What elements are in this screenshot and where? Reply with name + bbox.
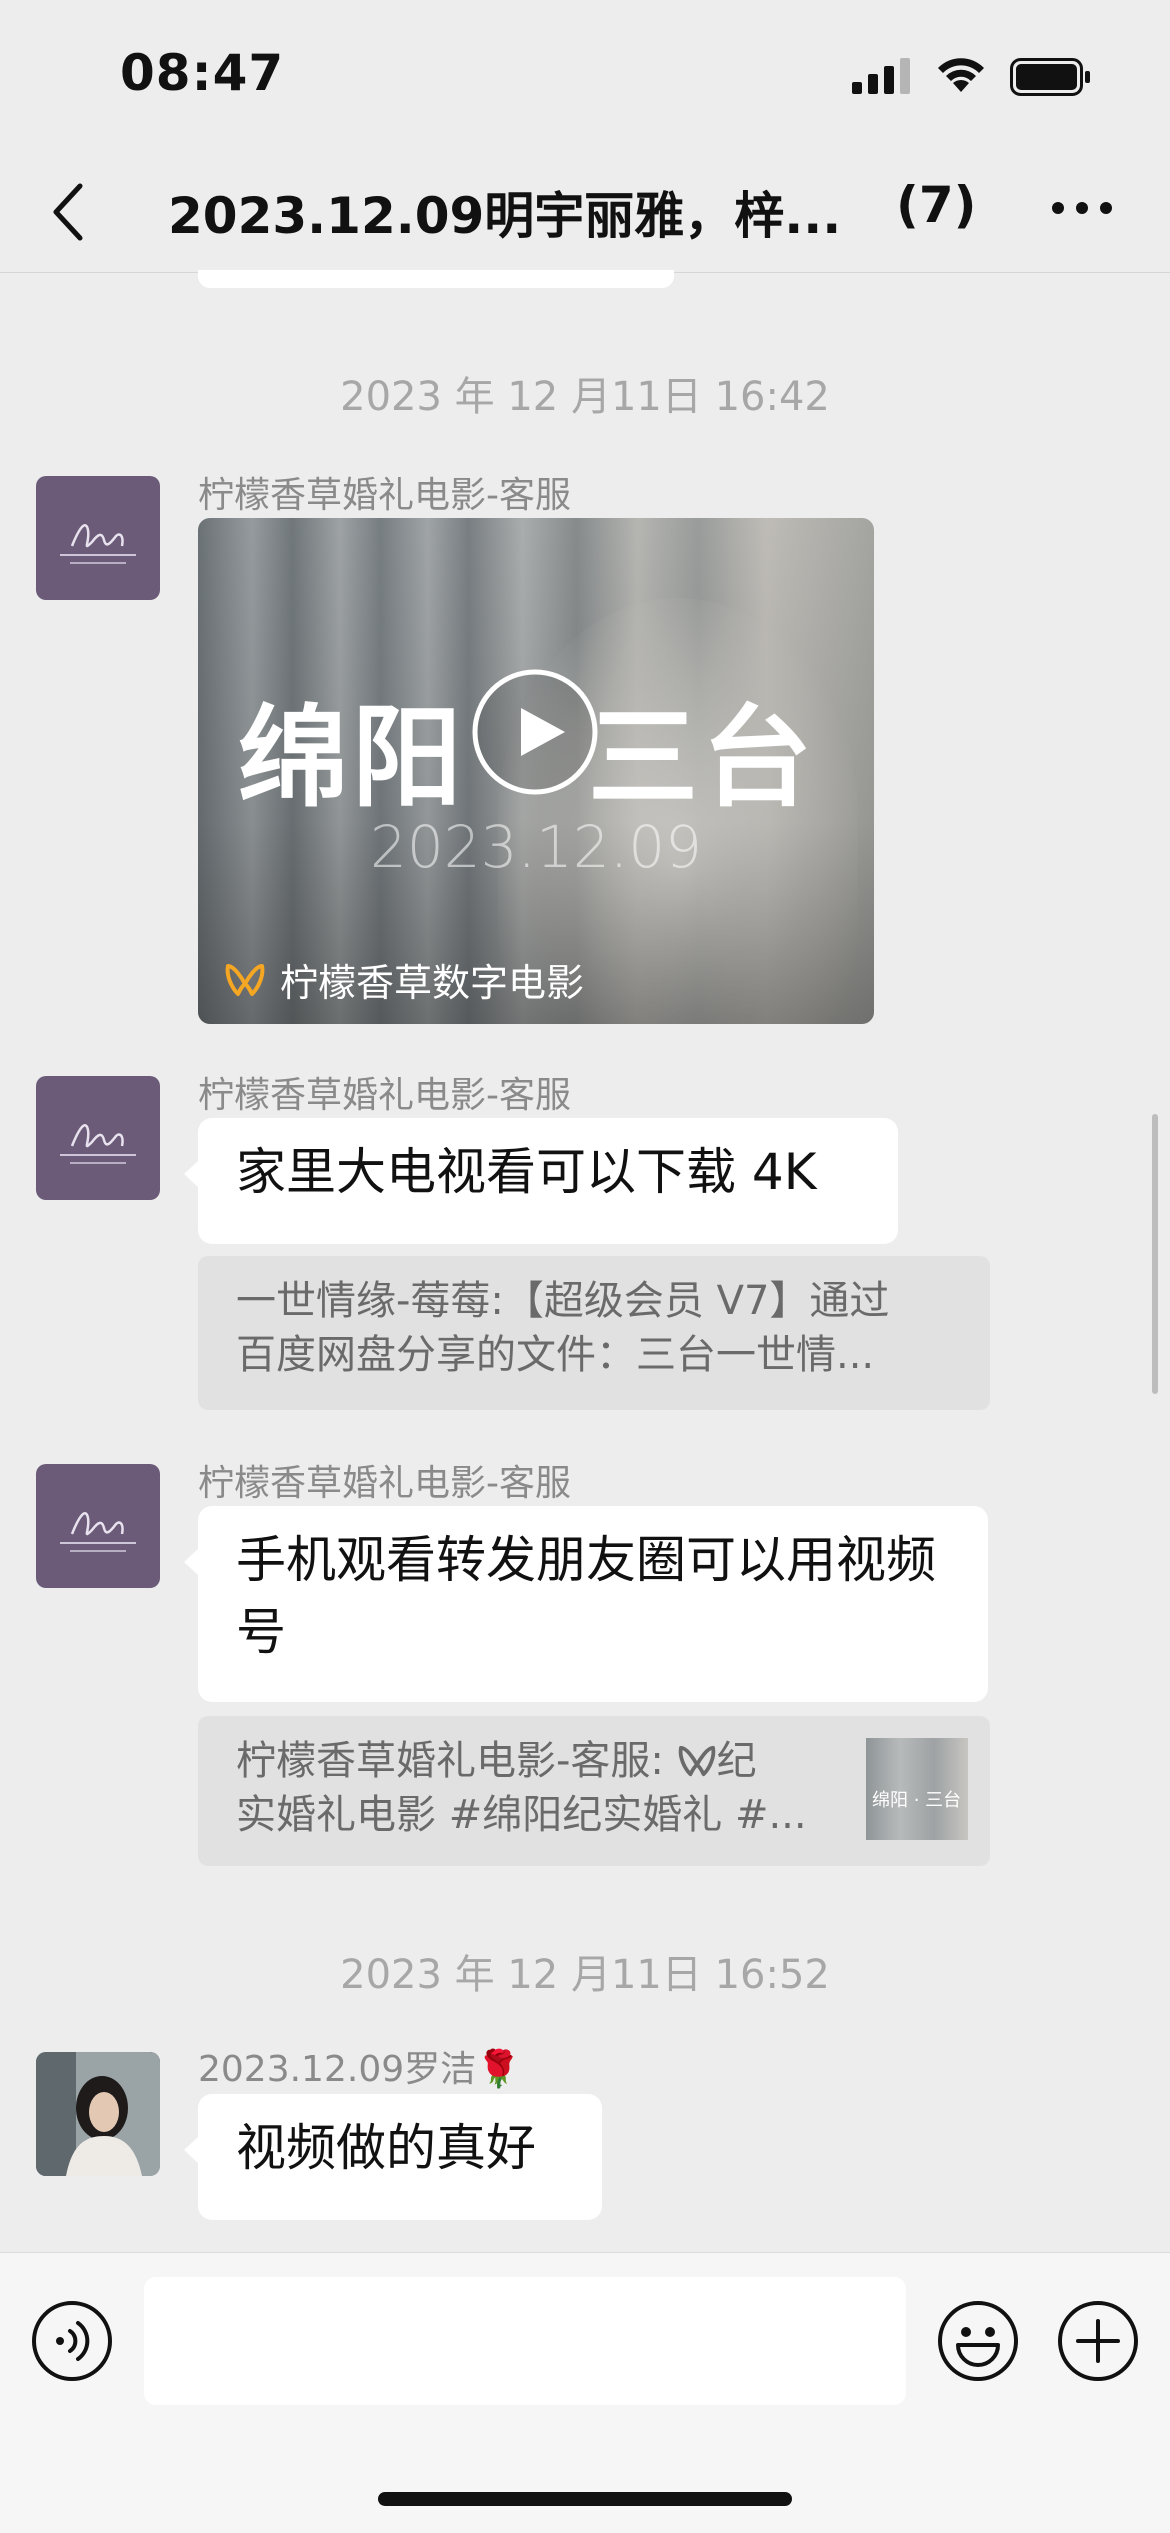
quote-line: 百度网盘分享的文件：三台一世情...: [236, 1332, 875, 1378]
emoji-icon[interactable]: [936, 2299, 1020, 2383]
status-time: 08:47: [120, 44, 285, 102]
thumbnail-label: 绵阳 · 三台: [872, 1790, 962, 1811]
user-photo: [36, 2052, 160, 2176]
brand-logo-icon: [60, 1124, 136, 1164]
avatar[interactable]: [36, 476, 160, 600]
quote-thumbnail: 绵阳 · 三台: [866, 1738, 968, 1840]
sender-name: 柠檬香草婚礼电影-客服: [198, 1463, 571, 1504]
quote-sender: 柠檬香草婚礼电影-客服:: [236, 1738, 677, 1784]
quote-text: 纪: [716, 1738, 757, 1784]
cellular-signal-icon: [852, 58, 910, 94]
avatar[interactable]: [36, 1464, 160, 1588]
sender-name: 柠檬香草婚礼电影-客服: [198, 475, 571, 516]
avatar[interactable]: [36, 1076, 160, 1200]
butterfly-icon: [225, 963, 265, 996]
plus-icon[interactable]: [1056, 2299, 1140, 2383]
quote-line: 实婚礼电影 #绵阳纪实婚礼 #...: [236, 1792, 807, 1838]
status-bar: 08:47: [0, 0, 1170, 150]
more-dots-icon[interactable]: [1050, 198, 1114, 218]
video-message[interactable]: 绵阳 三台 2023.12.09 柠檬香草数字电影: [198, 518, 874, 1024]
member-count: (7): [896, 176, 977, 234]
sender-name: 2023.12.09罗洁🌹: [198, 2049, 521, 2090]
message-bubble[interactable]: 家里大电视看可以下载 4K: [184, 1118, 898, 1244]
play-icon[interactable]: [471, 668, 599, 796]
timestamp: 2023 年 12 月11日 16:52: [340, 1952, 830, 1998]
wifi-icon: [938, 58, 984, 92]
message-input[interactable]: [144, 2277, 906, 2405]
chevron-left-icon[interactable]: [48, 180, 88, 244]
video-date: 2023.12.09: [369, 813, 703, 881]
chat-title: 2023.12.09明宇丽雅，梓...: [168, 187, 842, 245]
quoted-message[interactable]: 一世情缘-莓莓:【超级会员 V7】通过 百度网盘分享的文件：三台一世情...: [198, 1256, 990, 1410]
input-bar: [0, 2252, 1170, 2533]
message-bubble[interactable]: 视频做的真好: [184, 2094, 602, 2220]
video-title-left: 绵阳: [238, 693, 466, 822]
sender-name: 柠檬香草婚礼电影-客服: [198, 1075, 571, 1116]
home-indicator[interactable]: [378, 2492, 792, 2506]
brand-logo-icon: [60, 1512, 136, 1552]
previous-bubble-stub: [198, 270, 674, 288]
video-brand: 柠檬香草数字电影: [224, 952, 584, 1007]
scrollbar[interactable]: [1152, 1114, 1158, 1394]
video-title-right: 三台: [588, 693, 816, 822]
quoted-message[interactable]: 柠檬香草婚礼电影-客服: 纪 实婚礼电影 #绵阳纪实婚礼 #... 绵阳 · 三…: [198, 1716, 990, 1866]
butterfly-icon: [678, 1745, 715, 1777]
battery-icon: [1010, 58, 1090, 96]
voice-icon[interactable]: [30, 2299, 114, 2383]
brand-logo-icon: [60, 524, 136, 564]
timestamp: 2023 年 12 月11日 16:42: [340, 374, 830, 420]
video-brand-label: 柠檬香草数字电影: [280, 961, 585, 1005]
avatar[interactable]: [36, 2052, 160, 2176]
quote-line: 一世情缘-莓莓:【超级会员 V7】通过: [236, 1278, 890, 1324]
chat-header: 2023.12.09明宇丽雅，梓... (7): [0, 150, 1170, 273]
quote-line: 柠檬香草婚礼电影-客服: 纪: [236, 1734, 840, 1788]
message-bubble[interactable]: 手机观看转发朋友圈可以用视频号: [184, 1506, 988, 1702]
